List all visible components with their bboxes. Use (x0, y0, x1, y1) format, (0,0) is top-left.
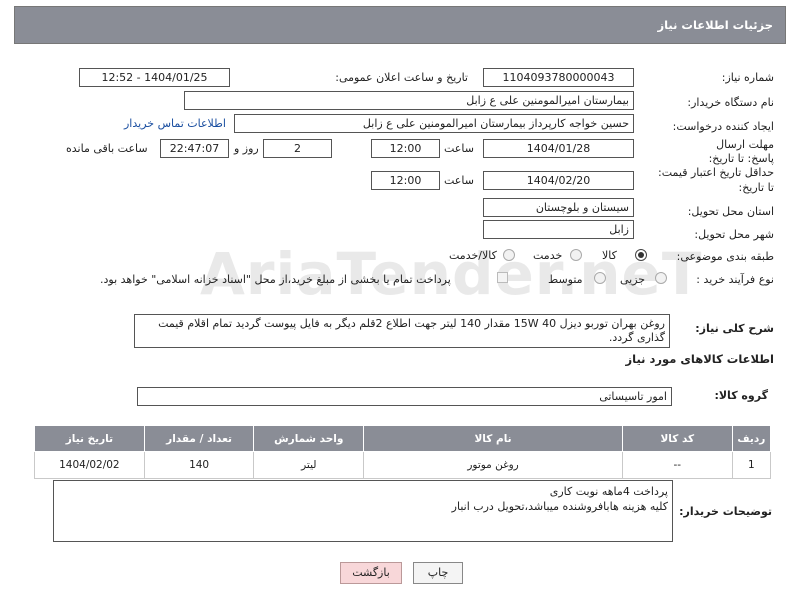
cell-name: روغن موتور (363, 451, 623, 479)
announce-datetime-field: 1404/01/25 - 12:52 (79, 68, 230, 87)
treasury-checkbox[interactable] (497, 272, 508, 283)
validity-time-label: ساعت (444, 174, 474, 187)
col-name: نام کالا (363, 425, 623, 452)
province-label: استان محل تحویل: (687, 205, 774, 218)
panel-header: جزئیات اطلاعات نیاز (14, 6, 786, 44)
buyer-org-field: بیمارستان امیرالمومنین علی ع زابل (184, 91, 634, 110)
goods-table: ردیف کد کالا نام کالا واحد شمارش تعداد /… (34, 425, 772, 479)
validity-date-field: 1404/02/20 (483, 171, 634, 190)
goods-section-title: اطلاعات کالاهای مورد نیاز (625, 352, 774, 366)
buyer-notes-line-1: پرداخت 4ماهه نوبت کاری (549, 485, 668, 498)
goods-group-label: گروه کالا: (714, 389, 768, 402)
goods-group-field: امور تاسیساتی (137, 387, 672, 406)
cell-row: 1 (731, 451, 772, 479)
buyer-contact-link[interactable]: اطلاعات تماس خریدار (124, 117, 226, 130)
category-option-goods: کالا (602, 249, 617, 262)
requester-label: ایجاد کننده درخواست: (672, 120, 774, 133)
category-label: طبقه بندی موضوعی: (676, 250, 774, 263)
category-radio-service[interactable] (570, 249, 582, 261)
validity-time-field: 12:00 (371, 171, 440, 190)
category-radio-goods[interactable] (635, 249, 647, 261)
col-qty: تعداد / مقدار (143, 425, 255, 452)
page-title: جزئیات اطلاعات نیاز (657, 18, 773, 32)
category-radio-goods-service[interactable] (503, 249, 515, 261)
cell-qty: 140 (143, 451, 255, 479)
col-unit: واحد شمارش (253, 425, 365, 452)
need-number-label: شماره نیاز: (721, 71, 774, 84)
cell-date: 1404/02/02 (34, 451, 145, 479)
deadline-date-field: 1404/01/28 (483, 139, 634, 158)
description-textarea[interactable]: روغن بهران توربو دیزل 40 15W مقدار 140 ل… (134, 314, 670, 348)
remaining-days-field: 2 (263, 139, 332, 158)
buyer-notes-label: توضیحات خریدار: (679, 505, 772, 518)
print-button[interactable]: چاپ (413, 562, 463, 584)
province-field: سیستان و بلوچستان (483, 198, 634, 217)
process-option-minor: جزیی (620, 273, 646, 286)
description-label: شرح کلی نیاز: (695, 322, 774, 335)
announce-label: تاریخ و ساعت اعلان عمومی: (335, 71, 468, 84)
remaining-time-field: 22:47:07 (160, 139, 229, 158)
city-label: شهر محل تحویل: (694, 228, 774, 241)
deadline-label: مهلت ارسال پاسخ: تا تاریخ: (708, 138, 774, 165)
treasury-note: پرداخت تمام یا بخشی از مبلغ خرید،از محل … (100, 273, 451, 286)
process-label: نوع فرآیند خرید : (696, 273, 774, 286)
col-code: کد کالا (621, 425, 733, 452)
need-number-field: 1104093780000043 (483, 68, 634, 87)
process-radio-medium[interactable] (594, 272, 606, 284)
cell-code: -- (621, 451, 733, 479)
category-option-goods-service: کالا/خدمت (449, 249, 497, 262)
col-date: تاریخ نیاز (34, 425, 145, 452)
goods-table-header: ردیف کد کالا نام کالا واحد شمارش تعداد /… (34, 425, 772, 452)
deadline-time-label: ساعت (444, 142, 474, 155)
col-row: ردیف (731, 425, 772, 452)
category-option-service: خدمت (533, 249, 563, 262)
requester-field: حسین خواجه کارپرداز بیمارستان امیرالمومن… (234, 114, 634, 133)
process-radio-minor[interactable] (655, 272, 667, 284)
process-option-medium: متوسط (548, 273, 583, 286)
cell-unit: لیتر (253, 451, 365, 479)
table-row: 1 -- روغن موتور لیتر 140 1404/02/02 (34, 451, 772, 479)
city-field: زابل (483, 220, 634, 239)
back-button[interactable]: بازگشت (340, 562, 402, 584)
days-label: روز و (234, 142, 259, 155)
buyer-org-label: نام دستگاه خریدار: (687, 96, 774, 109)
validity-label: حداقل تاریخ اعتبار قیمت: (658, 166, 774, 179)
validity-label-2: تا تاریخ: (738, 181, 774, 194)
remaining-label: ساعت باقی مانده (66, 142, 148, 155)
deadline-time-field: 12:00 (371, 139, 440, 158)
buyer-notes-line-2: کلیه هزینه هابافروشنده میباشد،تحویل درب … (451, 500, 668, 513)
buyer-notes-textarea[interactable]: پرداخت 4ماهه نوبت کاری کلیه هزینه هابافر… (53, 480, 673, 542)
